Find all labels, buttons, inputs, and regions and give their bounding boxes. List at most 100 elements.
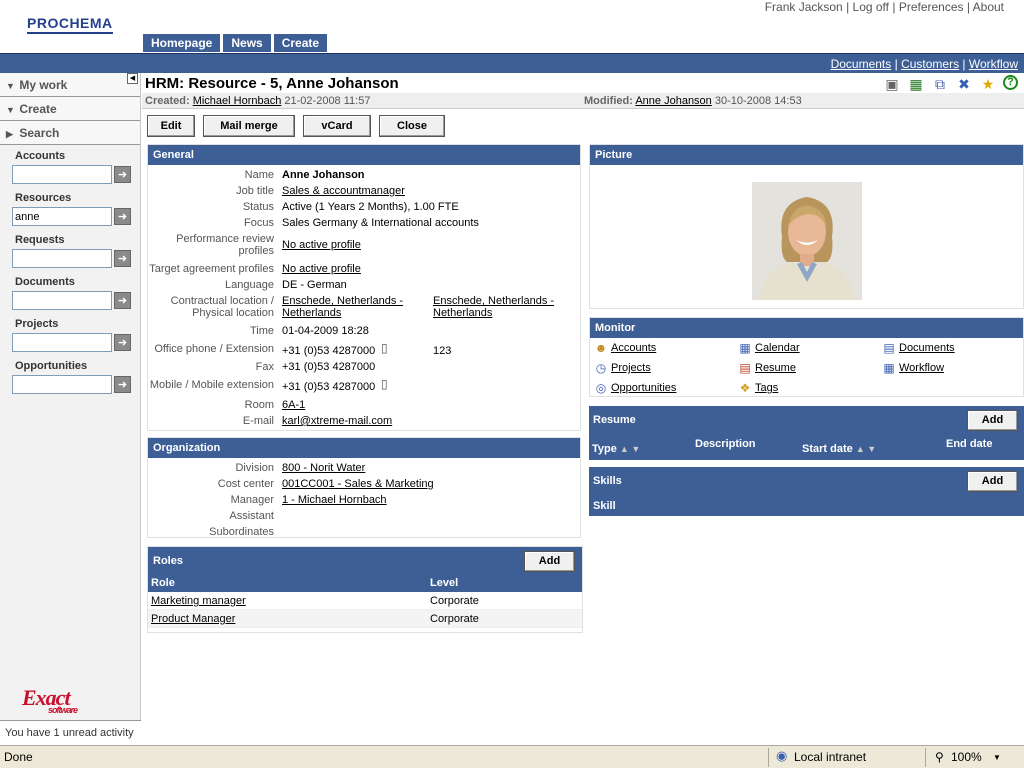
tools-icon[interactable]: ✖ [955,75,973,93]
skills-add-button[interactable]: Add [967,471,1018,492]
col-role[interactable]: Role [151,575,175,592]
cost-center-link[interactable]: 001CC001 - Sales & Marketing [282,478,434,490]
roles-title: Roles [153,555,183,567]
arrow-right-icon[interactable]: ➜ [114,208,131,225]
target-link[interactable]: No active profile [282,263,361,275]
email-link[interactable]: karl@xtreme-mail.com [282,415,392,427]
sublink-workflow[interactable]: Workflow [969,57,1018,71]
nav-news[interactable]: News [223,34,271,52]
table-row[interactable]: Product Manager Corporate [148,610,582,628]
resume-col-description[interactable]: Description [695,438,756,450]
help-icon[interactable]: ? [1003,75,1018,90]
zoom-level[interactable]: 100% [951,750,982,764]
role-link[interactable]: Product Manager [151,610,235,628]
created-by-link[interactable]: Michael Hornbach [193,95,282,107]
monitor-calendar-label[interactable]: Calendar [755,342,800,354]
modified-by-link[interactable]: Anne Johanson [635,95,711,107]
monitor-documents[interactable]: ▤ Documents [881,340,955,356]
arrow-right-icon[interactable]: ➜ [114,376,131,393]
monitor-opportunities[interactable]: ◎ Opportunities [593,380,677,396]
tag-icon: ❖ [739,381,751,395]
edit-button[interactable]: Edit [147,115,195,137]
sidebar-search[interactable]: ▶ Search [0,121,140,145]
search-opportunities-input[interactable] [12,375,112,394]
monitor-projects[interactable]: ◷ Projects [593,360,651,376]
search-documents: Documents ➜ [0,271,140,313]
job-link[interactable]: Sales & accountmanager [282,185,405,197]
database-icon[interactable]: ▣ [883,75,901,93]
resume-add-button[interactable]: Add [967,410,1018,431]
monitor-workflow-label[interactable]: Workflow [899,362,944,374]
toolbar-icons: ▣ ▦ ⧉ ✖ ★ ? [883,75,1018,93]
unread-activity[interactable]: You have 1 unread activity [0,720,141,745]
chevron-down-icon[interactable]: ▼ [993,753,1001,762]
monitor-opportunities-label[interactable]: Opportunities [611,382,676,394]
monitor-documents-label[interactable]: Documents [899,342,955,354]
monitor-projects-label[interactable]: Projects [611,362,651,374]
created-date: 21-02-2008 11:57 [284,95,371,107]
zoom-icon[interactable]: ⚲ [935,750,944,764]
sort-arrows-icon[interactable]: ▲ ▼ [856,444,876,454]
search-requests-input[interactable] [12,249,112,268]
arrow-right-icon[interactable]: ➜ [114,334,131,351]
resume-col-type[interactable]: Type ▲ ▼ [592,443,640,455]
table-row[interactable]: Marketing manager Corporate [148,592,582,610]
top-header: PROCHEMA Frank Jackson | Log off | Prefe… [0,0,1024,53]
mobile-phone-icon[interactable]: ▯ [381,377,388,391]
monitor-calendar[interactable]: ▦ Calendar [737,340,800,356]
vcard-button[interactable]: vCard [303,115,371,137]
sidebar-my-work[interactable]: ▼ My work [0,73,140,97]
arrow-right-icon[interactable]: ➜ [114,250,131,267]
chart-icon[interactable]: ▦ [907,75,925,93]
division-link[interactable]: 800 - Norit Water [282,462,365,474]
monitor-resume[interactable]: ▤ Resume [737,360,796,376]
physical-location-link[interactable]: Enschede, Netherlands - Netherlands [433,295,554,319]
sort-arrows-icon[interactable]: ▲ ▼ [620,444,640,454]
perf-label-2: profiles [238,245,274,257]
resume-col-start[interactable]: Start date ▲ ▼ [802,443,876,455]
monitor-tags[interactable]: ❖ Tags [737,380,779,396]
logoff-link[interactable]: Log off [853,0,889,14]
preferences-link[interactable]: Preferences [899,0,964,14]
sublink-documents[interactable]: Documents [831,57,892,71]
search-projects-input[interactable] [12,333,112,352]
room-label: Room [244,399,274,411]
sidebar-create[interactable]: ▼ Create [0,97,140,121]
role-link[interactable]: Marketing manager [151,592,246,610]
monitor-accounts[interactable]: ☻ Accounts [593,340,657,356]
nav-create[interactable]: Create [273,34,328,52]
monitor-resume-label[interactable]: Resume [755,362,796,374]
monitor-accounts-label[interactable]: Accounts [611,342,656,354]
about-link[interactable]: About [973,0,1004,14]
skills-col-skill[interactable]: Skill [593,500,616,512]
col-level[interactable]: Level [430,575,458,592]
perf-link[interactable]: No active profile [282,239,361,251]
room-link[interactable]: 6A-1 [282,399,305,411]
resume-title: Resume [593,414,636,426]
search-documents-input[interactable] [12,291,112,310]
resume-col-end[interactable]: End date [946,438,992,450]
mobile-value: +31 (0)53 4287000 [282,381,376,393]
star-icon[interactable]: ★ [979,75,997,93]
arrow-right-icon[interactable]: ➜ [114,166,131,183]
search-accounts-input[interactable] [12,165,112,184]
accounts-icon: ☻ [594,341,608,355]
roles-add-button[interactable]: Add [524,551,575,572]
target-label: Target agreement profiles [149,263,274,275]
contract-location-link[interactable]: Enschede, Netherlands - Netherlands [282,295,403,319]
collapse-sidebar-icon[interactable]: ◀ [127,73,138,84]
manager-link[interactable]: 1 - Michael Hornbach [282,494,387,506]
close-button[interactable]: Close [379,115,445,137]
arrow-right-icon[interactable]: ➜ [114,292,131,309]
nav-homepage[interactable]: Homepage [143,34,221,52]
search-resources-input[interactable] [12,207,112,226]
sublink-customers[interactable]: Customers [901,57,959,71]
monitor-tags-label[interactable]: Tags [755,382,778,394]
windows-icon[interactable]: ⧉ [931,75,949,93]
mail-merge-button[interactable]: Mail merge [203,115,295,137]
loc-label: Contractual location / Physical location [144,295,274,319]
status-text: Done [4,750,33,764]
monitor-workflow[interactable]: ▦ Workflow [881,360,944,376]
prochema-logo[interactable]: PROCHEMA [27,15,113,34]
phone-icon[interactable]: ▯ [381,341,388,355]
